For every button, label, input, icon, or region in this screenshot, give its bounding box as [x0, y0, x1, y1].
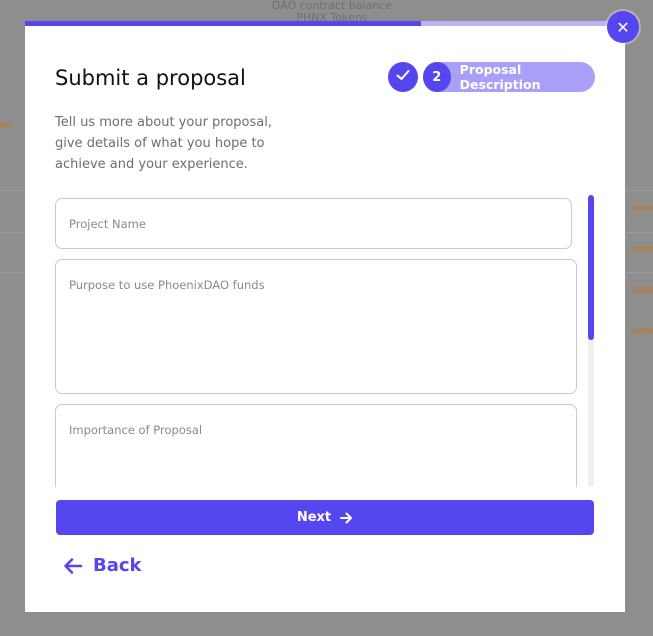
project-name-placeholder: Project Name [69, 217, 146, 231]
back-button-label: Back [93, 555, 142, 576]
step-number: 2 [423, 62, 451, 92]
project-name-input[interactable]: Project Name [55, 198, 572, 249]
background-accent [632, 287, 653, 293]
background-divider [0, 232, 25, 233]
progress-bar [25, 21, 625, 26]
arrow-right-icon [339, 511, 353, 525]
importance-placeholder: Importance of Proposal [69, 423, 203, 437]
background-divider [0, 190, 25, 191]
submit-proposal-modal: Submit a proposal Tell us more about you… [25, 21, 625, 612]
background-accent [632, 328, 653, 334]
background-divider [625, 232, 653, 233]
back-button[interactable]: Back [63, 555, 142, 576]
modal-title: Submit a proposal [55, 66, 246, 90]
form-scrollbar[interactable] [588, 195, 594, 487]
step-2-current: 2 Proposal Description [423, 62, 595, 92]
arrow-left-icon [63, 557, 83, 575]
background-accent [632, 246, 653, 252]
scrollbar-thumb[interactable] [588, 195, 594, 340]
step-label: Proposal Description [459, 62, 541, 92]
close-icon: ✕ [616, 17, 630, 37]
purpose-textarea[interactable]: Purpose to use PhoenixDAO funds [55, 259, 577, 394]
progress-bar-fill [25, 21, 421, 26]
purpose-placeholder: Purpose to use PhoenixDAO funds [69, 278, 265, 292]
background-divider [625, 190, 653, 191]
modal-subtitle: Tell us more about your proposal, give d… [55, 115, 272, 172]
close-button[interactable]: ✕ [607, 11, 639, 43]
form-scroll-area[interactable]: Project Name Purpose to use PhoenixDAO f… [55, 198, 595, 487]
step-1-completed [388, 62, 418, 92]
next-button[interactable]: Next [56, 500, 594, 535]
background-divider [625, 272, 653, 273]
importance-textarea[interactable]: Importance of Proposal [55, 404, 577, 487]
background-divider [0, 272, 25, 273]
check-icon [395, 67, 411, 87]
background-accent [0, 122, 12, 128]
next-button-label: Next [296, 510, 332, 525]
background-accent [632, 205, 653, 211]
